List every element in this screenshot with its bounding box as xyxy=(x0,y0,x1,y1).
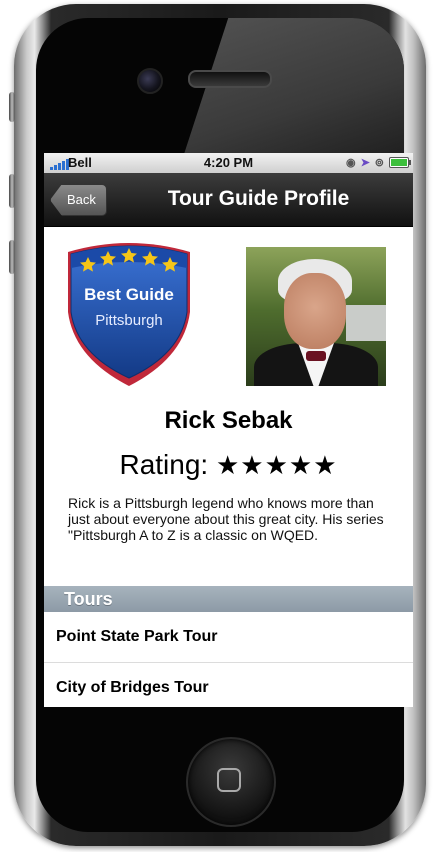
alarm-icon: ◉ xyxy=(345,157,356,169)
guide-name: Rick Sebak xyxy=(164,407,293,434)
status-icons: ◉ ➤ ⊚ xyxy=(345,156,411,169)
battery-icon xyxy=(389,157,411,168)
badge-city: Pittsburgh xyxy=(95,312,163,329)
badge-title: Best Guide xyxy=(84,285,174,304)
tour-list-item[interactable]: Point State Park Tour xyxy=(44,612,413,663)
location-arrow-icon: ➤ xyxy=(360,157,370,169)
back-button[interactable]: Back xyxy=(50,184,107,216)
status-bar: Bell 4:20 PM ◉ ➤ ⊚ xyxy=(44,153,413,173)
home-square-icon xyxy=(217,768,241,792)
rotation-lock-icon: ⊚ xyxy=(374,157,384,169)
guide-bio: Rick is a Pittsburgh legend who knows mo… xyxy=(68,495,384,543)
tour-list-item[interactable]: City of Bridges Tour xyxy=(44,663,413,707)
page-title: Tour Guide Profile xyxy=(167,187,350,210)
best-guide-badge: Best Guide Pittsburgh xyxy=(66,238,196,388)
tours-section-header: Tours xyxy=(44,586,413,612)
front-camera xyxy=(137,68,163,94)
mute-switch xyxy=(9,92,15,122)
app-screen: Bell 4:20 PM ◉ ➤ ⊚ Back Tour Guide Profi… xyxy=(44,153,413,707)
earpiece-speaker xyxy=(188,70,272,88)
home-button[interactable] xyxy=(186,737,276,827)
volume-down-button xyxy=(9,240,15,274)
navigation-bar: Back Tour Guide Profile xyxy=(44,173,413,227)
guide-photo xyxy=(246,247,386,386)
rating-row: Rating: ★★★★★ xyxy=(44,449,413,481)
rating-label: Rating: xyxy=(119,449,209,480)
volume-up-button xyxy=(9,174,15,208)
rating-stars: ★★★★★ xyxy=(215,451,338,481)
